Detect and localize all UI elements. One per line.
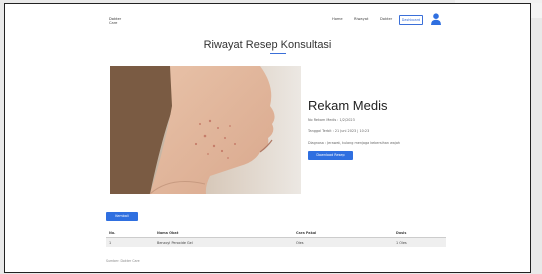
nav-dashboard-button[interactable]: Dashboard xyxy=(399,15,423,25)
patient-face-photo xyxy=(110,66,301,194)
footer-note: Sumber: Dokter Care xyxy=(106,259,140,263)
cell-nama-obat: Benzoyl Peroxide Gel xyxy=(154,237,293,247)
col-dosis: Dosis xyxy=(393,228,446,238)
user-icon[interactable] xyxy=(431,13,441,25)
nav-home-link[interactable]: Home xyxy=(332,17,343,21)
record-title: Rekam Medis xyxy=(308,98,388,113)
record-diagnosis: Diagnosa : Jerawat, kulang menjaga keber… xyxy=(308,141,401,145)
page-title: Riwayat Resep Konsultasi xyxy=(203,39,332,51)
cell-no: 1 xyxy=(106,237,154,247)
medicine-table: No. Nama Obat Cara Pakai Dosis 1 Benzoyl… xyxy=(106,228,446,247)
col-cara-pakai: Cara Pakai xyxy=(293,228,393,238)
cell-cara-pakai: Oles xyxy=(293,237,393,247)
back-button[interactable]: Kembali xyxy=(106,212,138,221)
logo[interactable]: Dokter Care xyxy=(109,17,121,25)
download-button[interactable]: Download Resep xyxy=(308,151,353,160)
record-number: No Rekam Medis : 1/2/2023 xyxy=(308,118,355,122)
logo-line2: Care xyxy=(109,21,118,25)
record-date: Tanggal Terbit : 21 Juni 2023 | 10:23 xyxy=(308,129,370,133)
title-underline xyxy=(270,53,286,54)
table-header-row: No. Nama Obat Cara Pakai Dosis xyxy=(106,228,446,238)
nav-dokter-link[interactable]: Dokter xyxy=(380,17,392,21)
cell-dosis: 1 Oles xyxy=(393,237,446,247)
nav-riwayat-link[interactable]: Riwayat xyxy=(354,17,368,21)
page-frame: Dokter Care Home Riwayat Dokter Dashboar… xyxy=(4,3,531,273)
col-no: No. xyxy=(106,228,154,238)
col-nama-obat: Nama Obat xyxy=(154,228,293,238)
table-row: 1 Benzoyl Peroxide Gel Oles 1 Oles xyxy=(106,237,446,247)
navbar: Dokter Care Home Riwayat Dokter Dashboar… xyxy=(5,4,530,26)
